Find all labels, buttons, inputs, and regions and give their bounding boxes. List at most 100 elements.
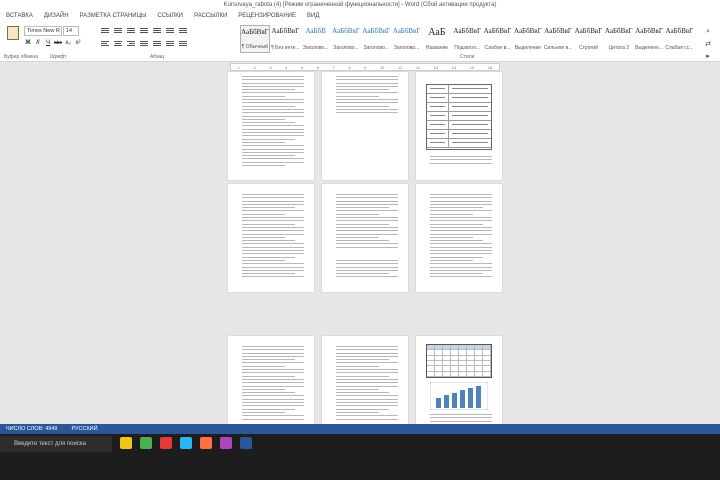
ruler-tick: 1 bbox=[237, 64, 241, 70]
select-icon[interactable]: ▸ bbox=[706, 52, 710, 60]
replace-icon[interactable]: ⇄ bbox=[705, 40, 711, 48]
page-4[interactable] bbox=[228, 184, 314, 292]
style-name: Слабое в... bbox=[484, 45, 511, 51]
style-option[interactable]: АаБбВвГ ¶ Обычный bbox=[240, 25, 270, 53]
tab-view[interactable]: Вид bbox=[307, 13, 319, 19]
taskbar-app-icon[interactable] bbox=[180, 437, 192, 449]
taskbar-app-icon[interactable] bbox=[200, 437, 212, 449]
style-option[interactable]: АаБбВвГ Слабое в... bbox=[483, 25, 512, 53]
style-name: Цитата 2 bbox=[608, 45, 630, 51]
editing-group: ⌕ ⇄ ▸ bbox=[698, 28, 718, 60]
style-sample: АаБбВвГ bbox=[483, 27, 512, 35]
align-center-icon[interactable] bbox=[113, 39, 123, 48]
taskbar-app-icon[interactable] bbox=[120, 437, 132, 449]
style-name: Выделение bbox=[514, 45, 542, 51]
font-group-label: Шрифт bbox=[50, 54, 67, 60]
taskbar-search[interactable]: Введите текст для поиска bbox=[0, 436, 112, 452]
sort-icon[interactable] bbox=[165, 26, 175, 35]
status-bar: ЧИСЛО СЛОВ: 4949 РУССКИЙ bbox=[0, 424, 720, 434]
styles-group-label: Стили bbox=[460, 54, 475, 60]
style-name: Заголово... bbox=[302, 45, 329, 51]
language-indicator[interactable]: РУССКИЙ bbox=[71, 424, 97, 434]
style-sample: АаБбВвГ bbox=[574, 27, 603, 35]
style-name: Строгий bbox=[579, 45, 598, 51]
tab-page-layout[interactable]: Разметка страницы bbox=[80, 13, 147, 19]
page-2[interactable] bbox=[322, 72, 408, 180]
style-option[interactable]: АаБбВвГ Подзагол... bbox=[453, 25, 482, 53]
style-option[interactable]: АаБбВвГ Цитата 2 bbox=[604, 25, 633, 53]
page-8[interactable] bbox=[322, 336, 408, 432]
style-option[interactable]: АаБ Название bbox=[422, 25, 451, 53]
ruler-tick: 13 bbox=[433, 64, 439, 70]
page-1[interactable] bbox=[228, 72, 314, 180]
style-name: Слабая сс... bbox=[665, 45, 694, 51]
style-option[interactable]: АаБбВвГ Строгий bbox=[574, 25, 603, 53]
taskbar-app-icon[interactable] bbox=[160, 437, 172, 449]
multilevel-list-icon[interactable] bbox=[126, 26, 136, 35]
style-option[interactable]: АаБбВвГ Заголово... bbox=[392, 25, 421, 53]
align-left-icon[interactable] bbox=[100, 39, 110, 48]
subscript-button[interactable]: x₂ bbox=[64, 39, 72, 48]
superscript-button[interactable]: x² bbox=[74, 39, 82, 48]
clipboard-icon bbox=[7, 26, 19, 40]
paste-button[interactable] bbox=[4, 26, 22, 54]
page-7[interactable] bbox=[228, 336, 314, 432]
borders-icon[interactable] bbox=[178, 39, 188, 48]
style-option[interactable]: АаБбВвГ Заголово... bbox=[362, 25, 391, 53]
style-option[interactable]: АаБбВвГ Выделение bbox=[513, 25, 542, 53]
ruler-tick: 12 bbox=[415, 64, 421, 70]
justify-icon[interactable] bbox=[139, 39, 149, 48]
taskbar: Введите текст для поиска bbox=[0, 434, 720, 480]
style-sample: АаБбВвГ bbox=[453, 27, 482, 35]
shading-icon[interactable] bbox=[165, 39, 175, 48]
tab-design[interactable]: Дизайн bbox=[44, 13, 69, 19]
align-right-icon[interactable] bbox=[126, 39, 136, 48]
page-9[interactable] bbox=[416, 336, 502, 432]
style-sample: АаБбВвГ bbox=[271, 27, 300, 35]
style-option[interactable]: АаБбВвГ Заголово... bbox=[331, 25, 360, 53]
taskbar-app-icon[interactable] bbox=[140, 437, 152, 449]
underline-button[interactable]: Ч bbox=[44, 39, 52, 48]
increase-indent-icon[interactable] bbox=[152, 26, 162, 35]
tab-references[interactable]: Ссылки bbox=[157, 13, 183, 19]
bold-button[interactable]: Ж bbox=[24, 39, 32, 48]
ruler-tick: 5 bbox=[300, 64, 304, 70]
bullets-icon[interactable] bbox=[100, 26, 110, 35]
style-sample: АаБбВвГ bbox=[513, 27, 542, 35]
taskbar-app-icon[interactable] bbox=[240, 437, 252, 449]
line-spacing-icon[interactable] bbox=[152, 39, 162, 48]
tab-insert[interactable]: Вставка bbox=[6, 13, 33, 19]
document-pages[interactable] bbox=[0, 72, 720, 432]
style-option[interactable]: АаБбВ Заголово... bbox=[301, 25, 330, 53]
page-3[interactable] bbox=[416, 72, 502, 180]
style-name: Название bbox=[425, 45, 449, 51]
tab-mailings[interactable]: Рассылки bbox=[194, 13, 227, 19]
strikethrough-button[interactable]: abc bbox=[54, 39, 62, 48]
style-sample: АаБбВвГ bbox=[544, 27, 572, 35]
ruler-tick: 8 bbox=[348, 64, 351, 70]
ruler-tick: 4 bbox=[285, 64, 288, 70]
word-count[interactable]: ЧИСЛО СЛОВ: 4949 bbox=[6, 424, 57, 434]
ruler-tick: 15 bbox=[469, 64, 475, 70]
page-5[interactable] bbox=[322, 184, 408, 292]
page-6[interactable] bbox=[416, 184, 502, 292]
style-option[interactable]: АаБбВвГ ¶ Без инте... bbox=[271, 25, 300, 53]
font-size-select[interactable]: 14 bbox=[63, 26, 79, 36]
style-sample: АаБбВвГ bbox=[392, 27, 421, 35]
italic-button[interactable]: К bbox=[34, 39, 42, 48]
taskbar-app-icon[interactable] bbox=[220, 437, 232, 449]
find-icon[interactable]: ⌕ bbox=[706, 28, 710, 36]
numbering-icon[interactable] bbox=[113, 26, 123, 35]
show-marks-icon[interactable] bbox=[178, 26, 188, 35]
style-option[interactable]: АаБбВвГ Слабая сс... bbox=[665, 25, 694, 53]
decrease-indent-icon[interactable] bbox=[139, 26, 149, 35]
style-sample: АаБбВвГ bbox=[241, 28, 269, 36]
font-name-select[interactable]: Times New R bbox=[24, 26, 62, 36]
horizontal-ruler[interactable]: 1 2 3 4 5 6 7 8 9 10 11 12 13 14 15 16 bbox=[230, 63, 500, 71]
ruler-tick: 6 bbox=[316, 64, 319, 70]
tab-review[interactable]: Рецензирование bbox=[238, 13, 296, 19]
style-option[interactable]: АаБбВвГ Сильное в... bbox=[543, 25, 572, 53]
style-sample: АаБбВвГ bbox=[604, 27, 633, 35]
styles-gallery: АаБбВвГ ¶ Обычный АаБбВвГ ¶ Без инте... АаБб… bbox=[240, 25, 695, 53]
style-option[interactable]: АаБбВвГ Выделенн... bbox=[634, 25, 663, 53]
